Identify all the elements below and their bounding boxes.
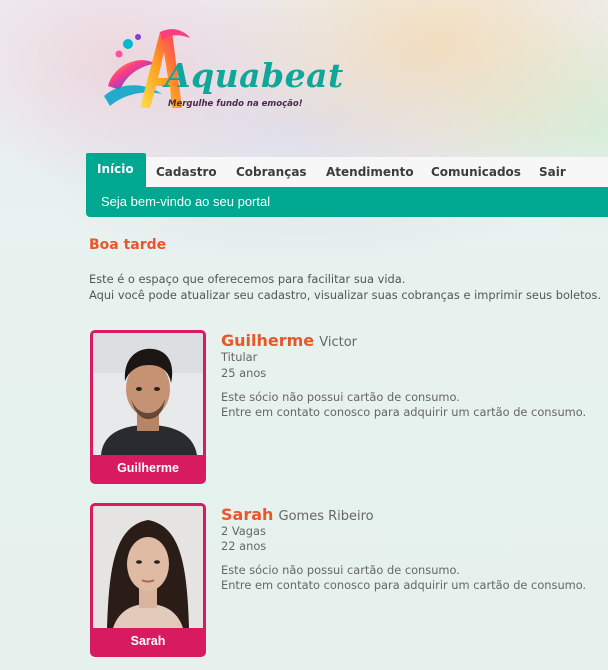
member-first-name: Sarah xyxy=(221,505,274,524)
member-card-message: Este sócio não possui cartão de consumo. xyxy=(221,390,460,404)
member-last-name: Victor xyxy=(319,335,358,350)
member-card-contact: Entre em contato conosco para adquirir u… xyxy=(221,405,587,419)
intro-line-1: Este é o espaço que oferecemos para faci… xyxy=(89,272,406,286)
member-first-name: Guilherme xyxy=(221,331,315,350)
intro-line-2: Aqui você pode atualizar seu cadastro, v… xyxy=(89,288,602,302)
nav-item-cadastro[interactable]: Cadastro xyxy=(156,157,217,187)
member-photo-card[interactable]: Guilherme xyxy=(90,330,206,484)
member-photo-label: Sarah xyxy=(130,634,166,648)
member-name: Sarah Gomes Ribeiro xyxy=(221,505,374,524)
member-role: Titular xyxy=(221,350,258,364)
member-card-message: Este sócio não possui cartão de consumo. xyxy=(221,563,460,577)
welcome-text: Seja bem-vindo ao seu portal xyxy=(101,194,271,209)
member-photo xyxy=(93,333,203,455)
main-nav: Início Cadastro Cobranças Atendimento Co… xyxy=(86,153,608,188)
member-age: 22 anos xyxy=(221,539,267,553)
nav-item-inicio[interactable]: Início xyxy=(86,153,146,187)
nav-item-cobrancas[interactable]: Cobranças xyxy=(236,157,307,187)
welcome-bar: Seja bem-vindo ao seu portal xyxy=(86,187,608,217)
brand-name: Aquabeat xyxy=(165,56,344,95)
brand-logo[interactable]: Aquabeat Mergulhe fundo na emoção! xyxy=(100,24,345,120)
brand-tagline: Mergulhe fundo na emoção! xyxy=(168,99,303,109)
member-photo-card[interactable]: Sarah xyxy=(90,503,206,657)
greeting-heading: Boa tarde xyxy=(89,237,167,253)
member-last-name: Gomes Ribeiro xyxy=(278,509,374,524)
member-photo-label: Guilherme xyxy=(117,461,179,475)
nav-item-sair[interactable]: Sair xyxy=(539,157,566,187)
member-age: 25 anos xyxy=(221,366,267,380)
nav-item-comunicados[interactable]: Comunicados xyxy=(431,157,521,187)
nav-item-atendimento[interactable]: Atendimento xyxy=(326,157,414,187)
intro-text: Este é o espaço que oferecemos para faci… xyxy=(89,271,601,303)
member-name: Guilherme Victor xyxy=(221,331,357,350)
member-photo xyxy=(93,506,203,628)
member-role: 2 Vagas xyxy=(221,524,266,538)
member-card-contact: Entre em contato conosco para adquirir u… xyxy=(221,578,587,592)
